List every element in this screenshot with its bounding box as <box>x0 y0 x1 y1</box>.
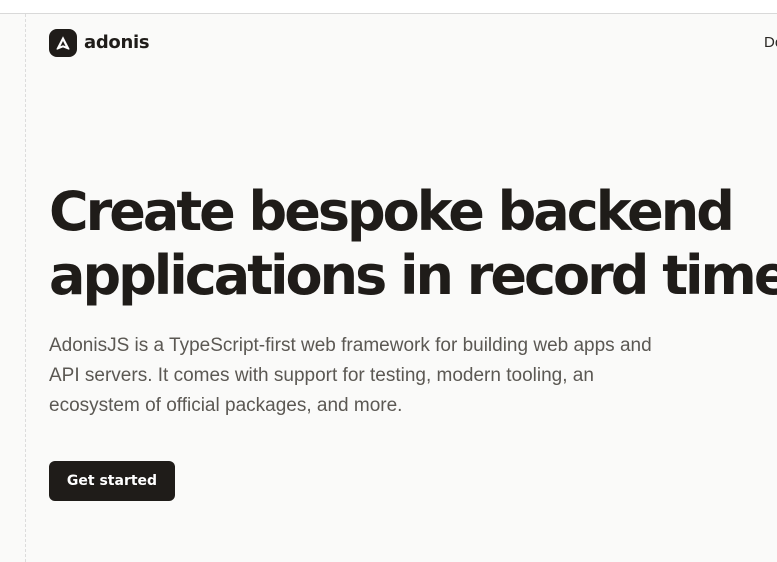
hero-description-line: ecosystem of official packages, and more… <box>49 395 403 416</box>
dashed-guide-line <box>25 14 26 562</box>
hero-description: AdonisJS is a TypeScript-first web frame… <box>49 331 749 421</box>
nav-link-docs[interactable]: Do <box>764 34 777 51</box>
hero-description-line: API servers. It comes with support for t… <box>49 365 594 386</box>
browser-top-strip <box>0 0 777 14</box>
get-started-button[interactable]: Get started <box>49 461 175 501</box>
adonis-logo-icon <box>49 29 77 57</box>
hero-title: Create bespoke backend applications in r… <box>49 180 777 308</box>
page: adonis Do Create bespoke backend applica… <box>0 0 777 562</box>
hero-title-line: applications in record time <box>49 244 777 307</box>
hero-description-line: AdonisJS is a TypeScript-first web frame… <box>49 335 652 356</box>
logo-link[interactable]: adonis <box>49 29 150 57</box>
hero-title-line: Create bespoke backend <box>49 180 735 243</box>
logo-text: adonis <box>84 32 150 53</box>
site-header: adonis Do <box>49 29 777 59</box>
